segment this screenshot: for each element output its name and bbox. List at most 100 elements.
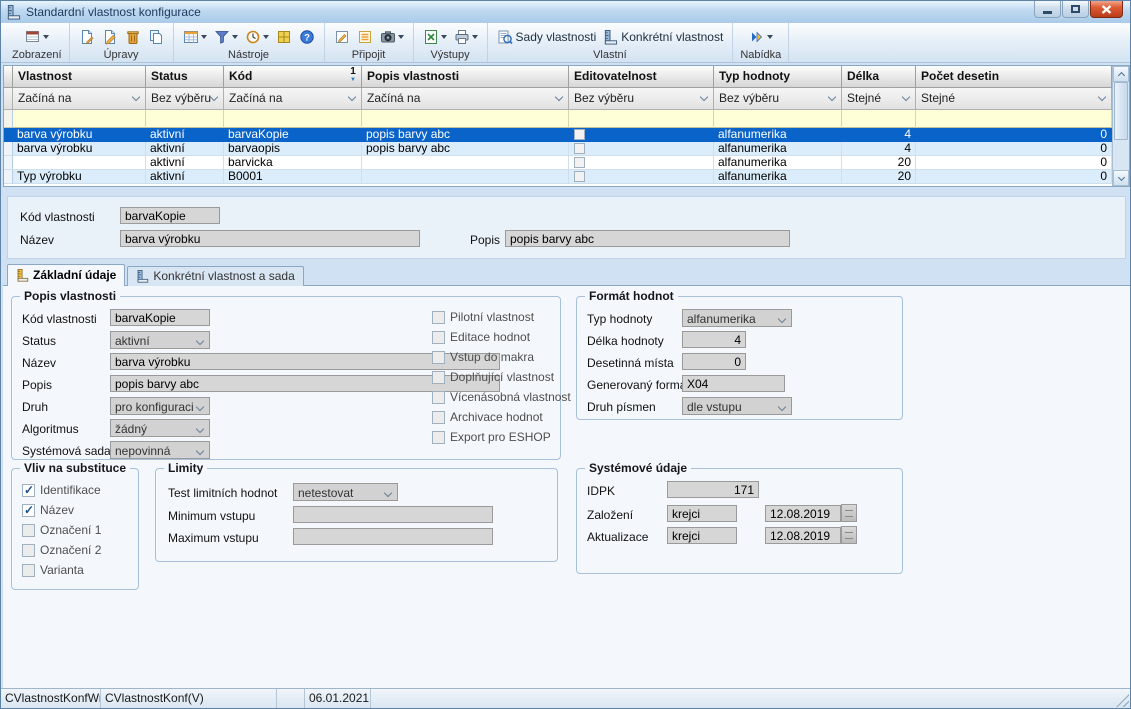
filter-input-kod[interactable] [224, 110, 362, 128]
konkretni-vlastnost-button[interactable]: Konkrétní vlastnost [601, 29, 725, 46]
minimize-button[interactable] [1034, 1, 1061, 18]
column-header-status[interactable]: Status [146, 66, 224, 88]
filter-input-pocet-desetin[interactable] [916, 110, 1112, 128]
editovatelnost-checkbox[interactable] [574, 171, 585, 182]
test-limitnich-hodnot-select[interactable]: netestovat [293, 483, 398, 501]
menu-button[interactable] [747, 28, 775, 46]
copy-record-button[interactable] [146, 28, 166, 46]
filter-select-kod[interactable]: Začíná na [224, 88, 362, 110]
checkbox-oznaceni-2[interactable]: Označení 2 [22, 543, 101, 557]
checkbox-editace-hodnot[interactable]: Editace hodnot [432, 330, 530, 344]
filter-select-popis[interactable]: Začíná na [362, 88, 569, 110]
close-button[interactable] [1090, 1, 1123, 18]
table-row[interactable]: aktivní barvicka alfanumerika 20 0 [4, 156, 1112, 170]
property-sets-icon [497, 29, 513, 45]
aktualizace-date-field[interactable]: 12.08.2019 [765, 527, 841, 544]
maximum-vstupu-input[interactable] [293, 528, 493, 545]
tab-zakladni-udaje[interactable]: Základní údaje [7, 264, 125, 286]
checkbox-export-pro-eshop[interactable]: Export pro ESHOP [432, 430, 551, 444]
filter-button[interactable] [212, 28, 240, 46]
row-indicator [4, 128, 13, 142]
checkbox-nazev[interactable]: Název [22, 503, 74, 517]
filter-input-editovatelnost[interactable] [569, 110, 714, 128]
toolbar-group-label: Nástroje [228, 49, 269, 61]
column-header-vlastnost[interactable]: Vlastnost [13, 66, 146, 88]
column-header-kod[interactable]: Kód 1▼ [224, 66, 362, 88]
filter-input-popis[interactable] [362, 110, 569, 128]
help-button[interactable]: ? [297, 28, 317, 46]
algoritmus-select[interactable]: žádný [110, 419, 210, 437]
history-button[interactable] [243, 28, 271, 46]
checkbox-oznaceni-1[interactable]: Označení 1 [22, 523, 101, 537]
scrollbar-thumb[interactable] [1114, 82, 1128, 140]
table-row[interactable]: barva výrobku aktivní barvaopis popis ba… [4, 142, 1112, 156]
filter-select-vlastnost[interactable]: Začíná na [13, 88, 146, 110]
systemova-sada-select[interactable]: nepovinná [110, 441, 210, 459]
kod-vlastnosti-field[interactable]: barvaKopie [120, 207, 220, 224]
print-button[interactable] [452, 28, 480, 46]
checkbox-varianta[interactable]: Varianta [22, 563, 84, 577]
aktualizace-date-spinner[interactable] [841, 526, 857, 544]
edit-record-button[interactable] [100, 28, 120, 46]
column-header-editovatelnost[interactable]: Editovatelnost [569, 66, 714, 88]
table-header-row: Vlastnost Status Kód 1▼ Popis vlastnosti… [4, 66, 1112, 88]
nazev-field[interactable]: barva výrobku [120, 230, 420, 247]
view-button[interactable] [23, 28, 51, 46]
editovatelnost-checkbox[interactable] [574, 157, 585, 168]
checkbox-pilotni-vlastnost[interactable]: Pilotní vlastnost [432, 310, 534, 324]
table-tool-button[interactable] [181, 28, 209, 46]
typ-hodnoty-select[interactable]: alfanumerika [682, 309, 792, 327]
editovatelnost-checkbox[interactable] [574, 143, 585, 154]
camera-button[interactable] [378, 28, 406, 46]
new-record-button[interactable] [77, 28, 97, 46]
filter-input-vlastnost[interactable] [13, 110, 146, 128]
checkbox-vicenasobna-vlastnost[interactable]: Vícenásobná vlastnost [432, 390, 571, 404]
editovatelnost-checkbox[interactable] [574, 129, 585, 140]
generovany-format-input[interactable]: X04 [682, 375, 785, 392]
filter-input-status[interactable] [146, 110, 224, 128]
checkbox-doplnujici-vlastnost[interactable]: Doplňující vlastnost [432, 370, 554, 384]
delete-record-button[interactable] [123, 28, 143, 46]
list-button[interactable] [355, 28, 375, 46]
idpk-field[interactable]: 171 [667, 481, 759, 498]
filter-select-editovatelnost[interactable]: Bez výběru [569, 88, 714, 110]
checkbox-vstup-do-makra[interactable]: Vstup do makra [432, 350, 534, 364]
table-row[interactable]: Typ výrobku aktivní B0001 alfanumerika 2… [4, 170, 1112, 184]
minimum-vstupu-input[interactable] [293, 506, 493, 523]
scroll-down-button[interactable] [1113, 170, 1129, 186]
grid-scrollbar[interactable] [1112, 66, 1129, 186]
checkbox-archivace-hodnot[interactable]: Archivace hodnot [432, 410, 543, 424]
druh-select[interactable]: pro konfiguraci [110, 397, 210, 415]
filter-input-typ-hodnoty[interactable] [714, 110, 842, 128]
note-button[interactable] [332, 28, 352, 46]
table-row-selected[interactable]: barva výrobku aktivní barvaKopie popis b… [4, 128, 1112, 142]
filter-select-status[interactable]: Bez výběru [146, 88, 224, 110]
druh-pismen-select[interactable]: dle vstupu [682, 397, 792, 415]
column-header-typ-hodnoty[interactable]: Typ hodnoty [714, 66, 842, 88]
checkbox-identifikace[interactable]: Identifikace [22, 483, 101, 497]
scrollbar-track[interactable] [1113, 82, 1129, 170]
excel-export-button[interactable] [421, 28, 449, 46]
delka-hodnoty-input[interactable]: 4 [682, 331, 746, 348]
sady-vlastnosti-button[interactable]: Sady vlastnosti [495, 28, 599, 46]
desetinna-mista-input[interactable]: 0 [682, 353, 746, 370]
calculator-button[interactable] [274, 28, 294, 46]
filter-select-delka[interactable]: Stejné [842, 88, 916, 110]
aktualizace-user-field[interactable]: krejci [667, 527, 737, 544]
column-header-popis-vlastnosti[interactable]: Popis vlastnosti [362, 66, 569, 88]
status-select[interactable]: aktivní [110, 331, 210, 349]
filter-select-typ-hodnoty[interactable]: Bez výběru [714, 88, 842, 110]
popis-field[interactable]: popis barvy abc [505, 230, 790, 247]
kod-vlastnosti-input[interactable]: barvaKopie [110, 309, 210, 326]
filter-select-pocet-desetin[interactable]: Stejné [916, 88, 1112, 110]
dropdown-caret-icon [263, 35, 269, 39]
maximize-button[interactable] [1062, 1, 1089, 18]
tab-konkretni-vlastnost-a-sada[interactable]: Konkrétní vlastnost a sada [127, 266, 303, 286]
scroll-up-button[interactable] [1113, 66, 1129, 82]
zalozeni-date-spinner[interactable] [841, 504, 857, 522]
column-header-pocet-desetin[interactable]: Počet desetin [916, 66, 1112, 88]
zalozeni-date-field[interactable]: 12.08.2019 [765, 505, 841, 522]
column-header-delka[interactable]: Délka [842, 66, 916, 88]
filter-input-delka[interactable] [842, 110, 916, 128]
zalozeni-user-field[interactable]: krejci [667, 505, 737, 522]
